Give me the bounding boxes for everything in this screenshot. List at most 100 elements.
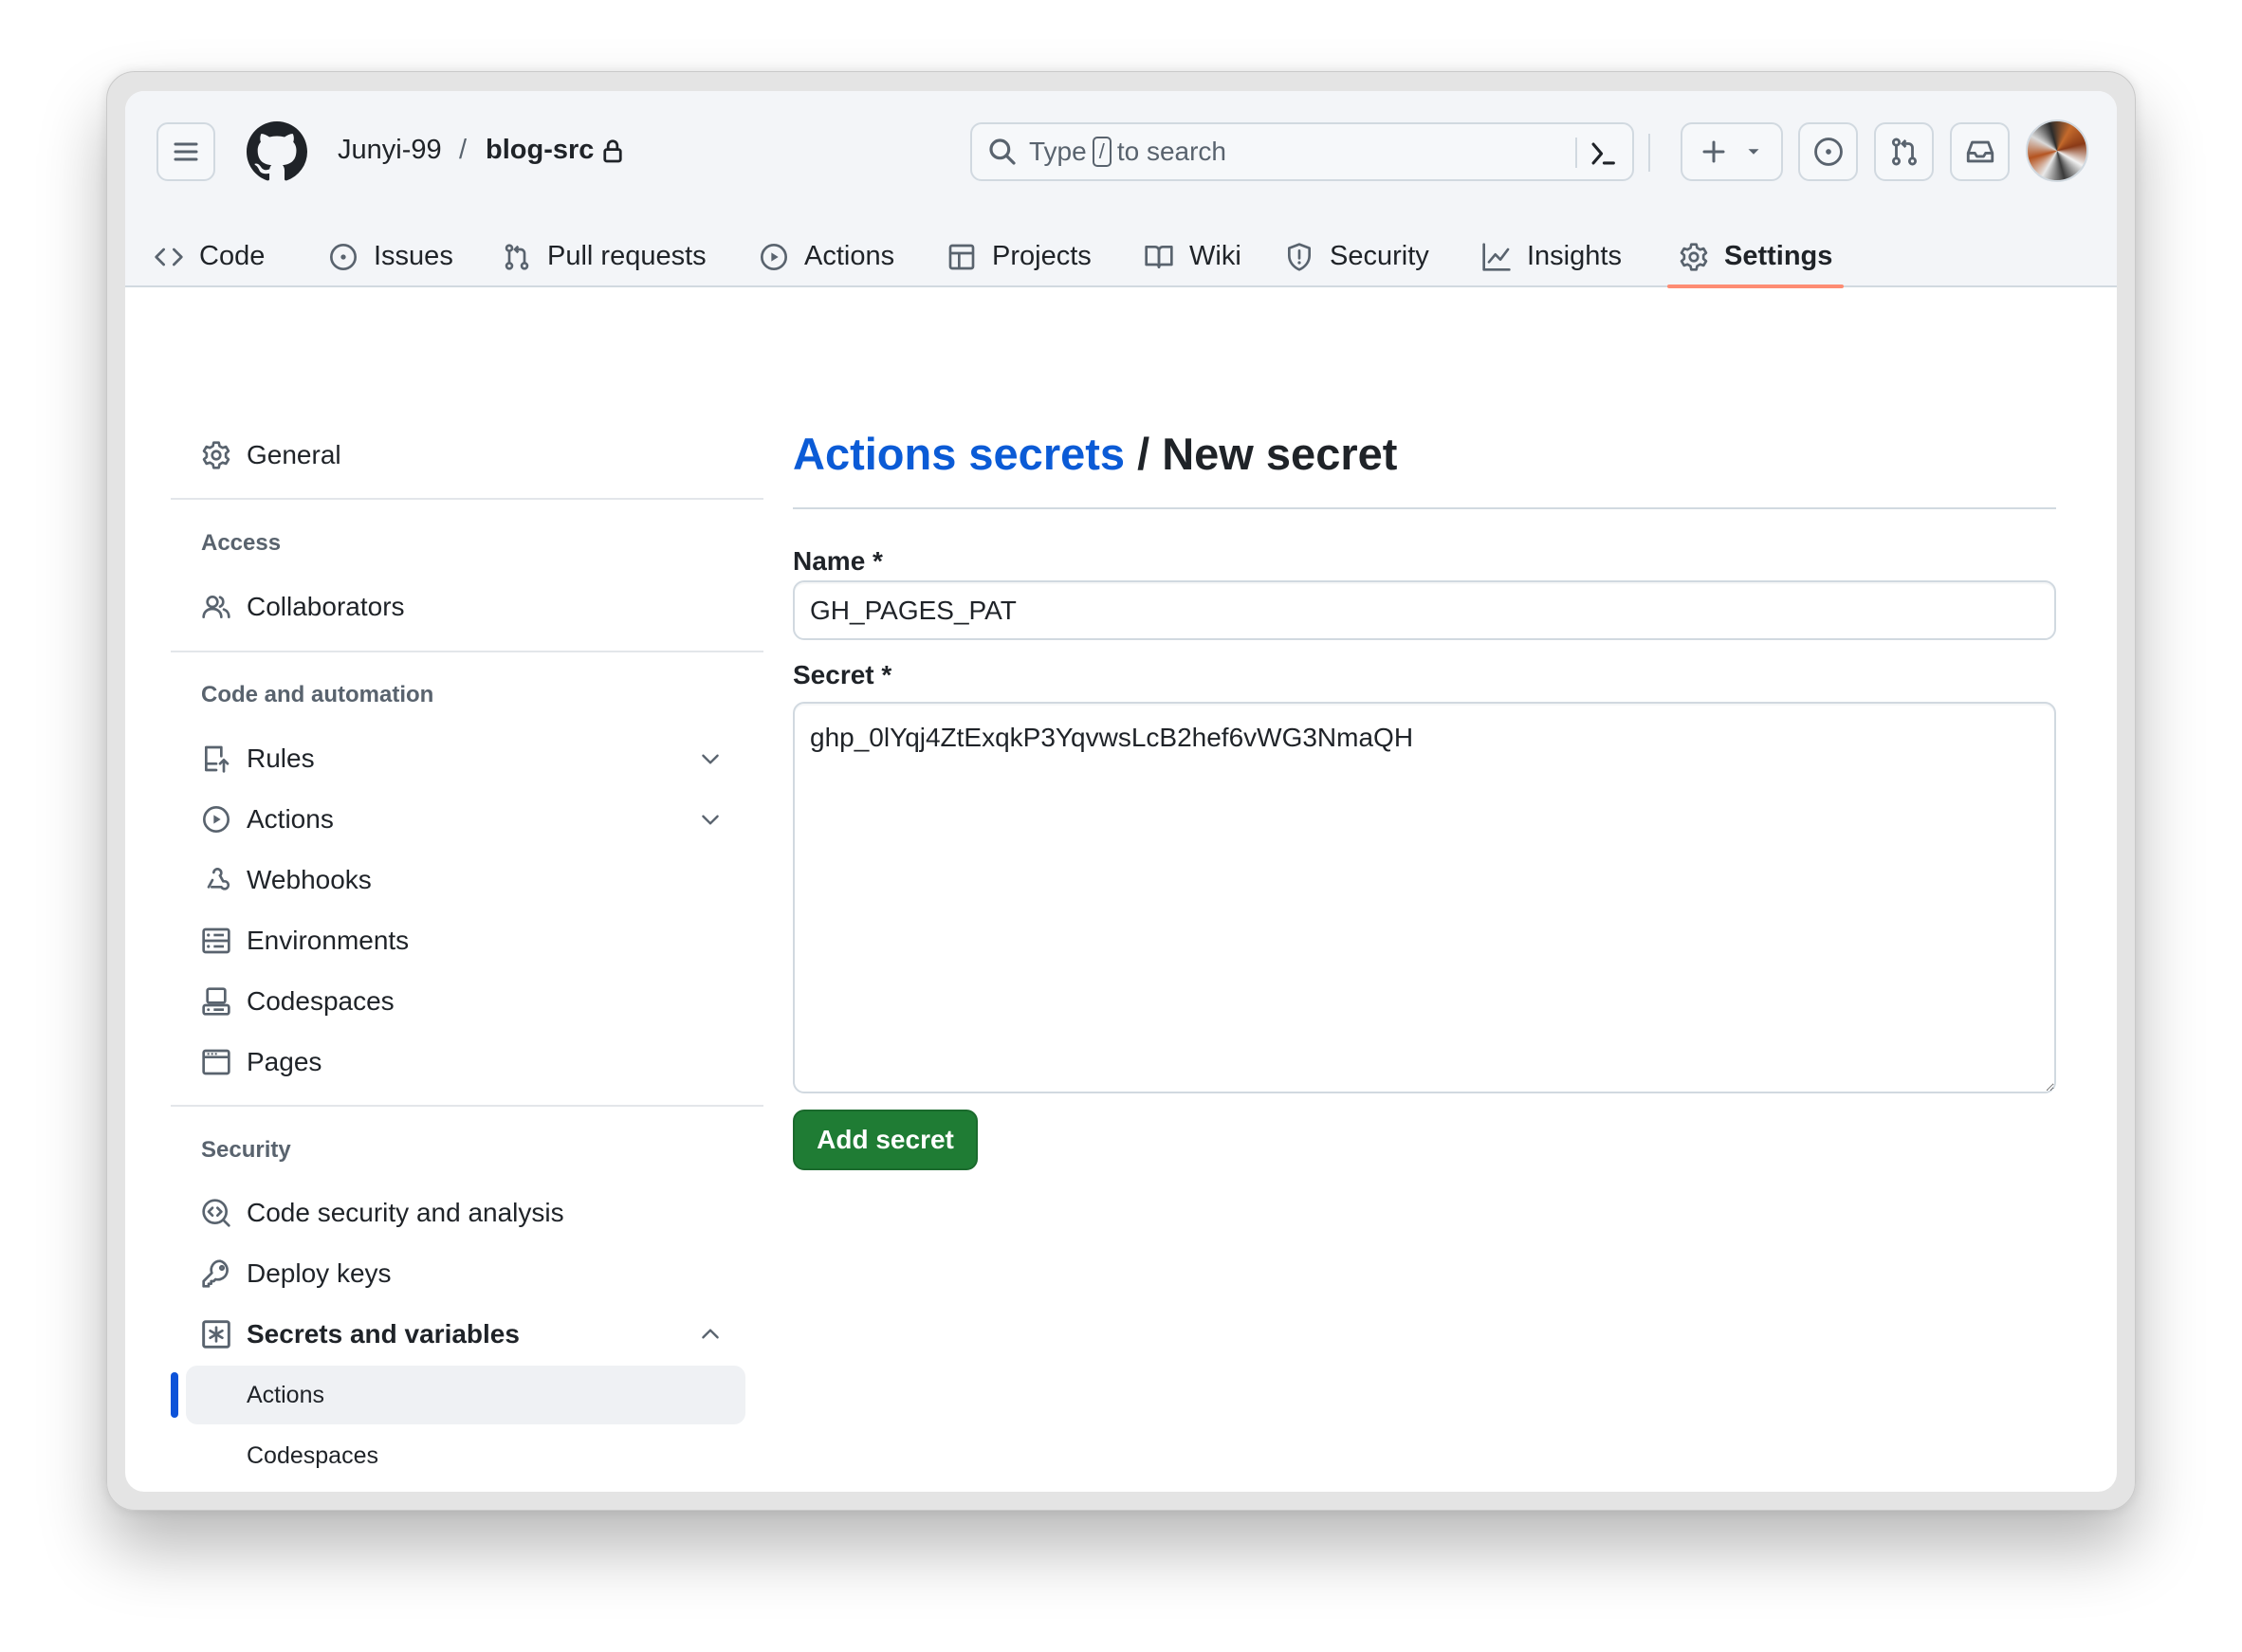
codescan-icon bbox=[202, 1199, 230, 1227]
add-secret-button[interactable]: Add secret bbox=[793, 1110, 978, 1170]
browser-window: Junyi-99 / blog-src Type / to search Cod… bbox=[125, 91, 2117, 1492]
sidebar-item-label: Codespaces bbox=[247, 986, 395, 1016]
repo-header: Junyi-99 / blog-src Type / to search Cod… bbox=[125, 91, 2117, 288]
sidebar-divider bbox=[171, 651, 763, 652]
tab-label: Actions bbox=[804, 241, 895, 271]
search-input[interactable]: Type / to search bbox=[970, 122, 1634, 181]
sidebar-item-webhooks[interactable]: Webhooks bbox=[171, 852, 740, 909]
inbox-button[interactable] bbox=[1950, 122, 2010, 181]
play-icon bbox=[761, 243, 787, 270]
tab-label: Pull requests bbox=[547, 241, 707, 271]
active-item-indicator bbox=[171, 1372, 178, 1418]
tab-actions[interactable]: Actions bbox=[759, 226, 894, 287]
tab-projects[interactable]: Projects bbox=[946, 226, 1092, 287]
sidebar-subitem-dependabot[interactable]: Dependabot bbox=[186, 1487, 745, 1492]
sidebar-item-label: Code security and analysis bbox=[247, 1198, 564, 1227]
secret-value-textarea[interactable]: ghp_0lYqj4ZtExqkP3YqvwsLcB2hef6vWG3NmaQH bbox=[793, 702, 2056, 1093]
gear-icon bbox=[1680, 242, 1708, 271]
sidebar-subitem-label: Actions bbox=[247, 1381, 324, 1408]
sidebar-subitem-label: Codespaces bbox=[247, 1441, 378, 1469]
sidebar-item-label: Deploy keys bbox=[247, 1258, 392, 1288]
git-pull-request-icon bbox=[505, 243, 529, 270]
inbox-icon bbox=[1966, 140, 1994, 163]
actions-secrets-link[interactable]: Actions secrets bbox=[793, 429, 1125, 479]
name-label: Name * bbox=[793, 546, 883, 576]
key-asterisk-icon bbox=[202, 1320, 230, 1349]
sidebar-item-secrets-and-variables[interactable]: Secrets and variables bbox=[171, 1306, 740, 1363]
sidebar-item-deploy-keys[interactable]: Deploy keys bbox=[171, 1245, 740, 1302]
server-icon bbox=[202, 927, 230, 954]
sidebar-heading-code-and-automation: Code and automation bbox=[201, 682, 434, 707]
lock-icon bbox=[603, 139, 622, 163]
sidebar-item-codespaces[interactable]: Codespaces bbox=[171, 973, 740, 1030]
tab-label: Projects bbox=[992, 241, 1092, 271]
sidebar-item-pages[interactable]: Pages bbox=[171, 1034, 740, 1091]
triangle-down-icon bbox=[1748, 149, 1759, 155]
tab-label: Code bbox=[199, 241, 266, 271]
header-divider bbox=[1648, 134, 1650, 172]
secret-label: Secret * bbox=[793, 660, 892, 689]
repo-push-icon bbox=[205, 745, 230, 773]
chevron-down-icon[interactable] bbox=[698, 746, 723, 771]
issue-opened-icon bbox=[330, 243, 357, 270]
secret-name-input[interactable] bbox=[793, 580, 2056, 640]
codespaces-icon bbox=[202, 987, 230, 1016]
sidebar-item-label: Webhooks bbox=[247, 865, 372, 894]
menu-button[interactable] bbox=[156, 122, 215, 181]
tab-wiki[interactable]: Wiki bbox=[1144, 226, 1241, 287]
sidebar-item-rules[interactable]: Rules bbox=[171, 730, 740, 787]
browser-icon bbox=[202, 1049, 230, 1075]
sidebar-item-general[interactable]: General bbox=[171, 427, 740, 484]
git-pull-request-icon bbox=[1891, 138, 1917, 166]
tab-settings[interactable]: Settings bbox=[1666, 226, 1845, 288]
tab-insights[interactable]: Insights bbox=[1481, 226, 1622, 287]
breadcrumb-separator: / bbox=[459, 135, 468, 165]
create-new-button[interactable] bbox=[1681, 122, 1783, 181]
title-divider bbox=[793, 507, 2056, 509]
tab-security[interactable]: Security bbox=[1284, 226, 1429, 287]
tab-issues[interactable]: Issues bbox=[328, 226, 453, 287]
sidebar-item-environments[interactable]: Environments bbox=[171, 912, 740, 969]
chevron-down-icon[interactable] bbox=[698, 807, 723, 832]
tab-label: Settings bbox=[1724, 241, 1833, 271]
user-avatar[interactable] bbox=[2026, 119, 2088, 182]
book-icon bbox=[1145, 245, 1173, 268]
repo-nav-tabs: Code Issues Pull requests Actions Projec… bbox=[125, 226, 2117, 288]
gear-icon bbox=[202, 441, 230, 469]
tab-code[interactable]: Code bbox=[154, 226, 265, 287]
github-logo-icon[interactable] bbox=[247, 121, 307, 182]
shield-icon bbox=[1288, 242, 1311, 271]
sidebar-subitem-codespaces[interactable]: Codespaces bbox=[186, 1426, 745, 1485]
search-placeholder: Type / to search bbox=[1029, 137, 1226, 167]
issues-button[interactable] bbox=[1798, 122, 1858, 181]
chevron-up-icon[interactable] bbox=[698, 1322, 723, 1347]
page-title: Actions secrets / New secret bbox=[793, 428, 1397, 480]
tab-pull-requests[interactable]: Pull requests bbox=[502, 226, 707, 287]
people-icon bbox=[202, 596, 230, 618]
sidebar-item-label: Environments bbox=[247, 926, 410, 955]
key-icon bbox=[202, 1259, 229, 1288]
sidebar-item-label: Rules bbox=[247, 743, 315, 773]
tab-label: Security bbox=[1330, 241, 1429, 271]
sidebar-item-label: Pages bbox=[247, 1047, 322, 1076]
issue-opened-icon bbox=[1813, 138, 1843, 166]
sidebar-item-code-security[interactable]: Code security and analysis bbox=[171, 1184, 740, 1241]
search-divider bbox=[1575, 138, 1577, 168]
search-shortcut-key: / bbox=[1092, 137, 1112, 167]
search-placeholder-prefix: Type bbox=[1029, 137, 1087, 166]
repo-owner-link[interactable]: Junyi-99 bbox=[338, 135, 442, 166]
page-title-current: / New secret bbox=[1125, 429, 1398, 479]
sidebar-item-actions[interactable]: Actions bbox=[171, 791, 740, 848]
sidebar-item-collaborators[interactable]: Collaborators bbox=[171, 578, 740, 635]
pull-requests-button[interactable] bbox=[1874, 122, 1934, 181]
sidebar-heading-access: Access bbox=[201, 530, 282, 556]
plus-icon bbox=[1702, 140, 1725, 163]
tab-label: Insights bbox=[1527, 241, 1622, 271]
repo-name-link[interactable]: blog-src bbox=[486, 135, 594, 166]
table-icon bbox=[948, 244, 975, 269]
sidebar-subitem-actions[interactable]: Actions bbox=[186, 1366, 745, 1424]
command-palette-icon[interactable] bbox=[1587, 138, 1619, 170]
play-icon bbox=[203, 806, 230, 833]
sidebar-item-label: Secrets and variables bbox=[247, 1319, 520, 1349]
search-icon bbox=[989, 138, 1016, 165]
